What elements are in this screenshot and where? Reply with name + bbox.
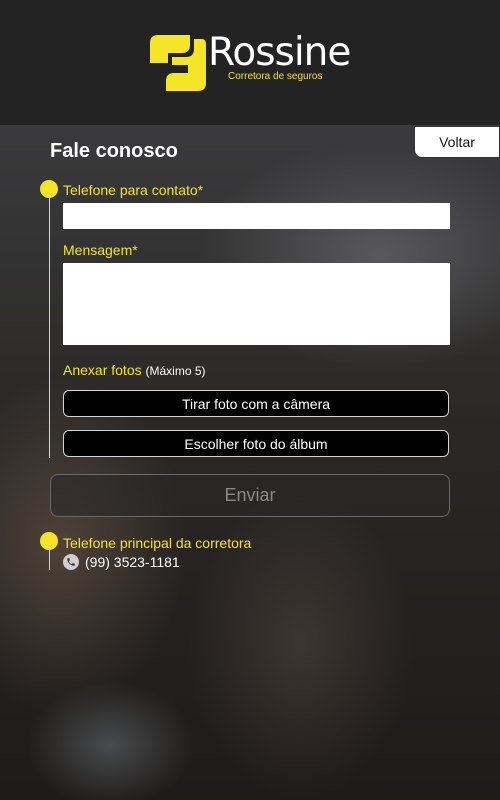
attach-limit-note: (Máximo 5) xyxy=(145,364,206,378)
send-button[interactable]: Enviar xyxy=(50,474,450,517)
message-label: Mensagem* xyxy=(63,242,138,258)
take-photo-button[interactable]: Tirar foto com a câmera xyxy=(63,390,449,417)
choose-album-photo-button[interactable]: Escolher foto do álbum xyxy=(63,430,449,457)
contact-phone-link[interactable]: (99) 3523-1181 xyxy=(63,554,180,570)
form-timeline-dot xyxy=(40,180,58,198)
brand-name: Rossine xyxy=(208,30,351,75)
attach-photos-label: Anexar fotos (Máximo 5) xyxy=(63,362,206,378)
contact-phone-number: (99) 3523-1181 xyxy=(85,554,180,570)
page-title: Fale conosco xyxy=(50,140,178,162)
form-timeline-line xyxy=(49,190,50,458)
attach-label-text: Anexar fotos xyxy=(63,362,142,378)
logo-mark-icon xyxy=(150,35,206,91)
phone-input[interactable] xyxy=(63,203,450,229)
phone-icon xyxy=(63,554,79,570)
back-button[interactable]: Voltar xyxy=(414,126,500,158)
app-header: Rossine Corretora de seguros xyxy=(0,0,500,125)
message-textarea[interactable] xyxy=(63,263,450,345)
contact-label: Telefone principal da corretora xyxy=(63,535,252,551)
phone-label: Telefone para contato* xyxy=(63,182,204,198)
brand-tagline: Corretora de seguros xyxy=(228,71,323,82)
contact-timeline-dot xyxy=(40,532,58,550)
logo: Rossine Corretora de seguros xyxy=(150,30,355,95)
